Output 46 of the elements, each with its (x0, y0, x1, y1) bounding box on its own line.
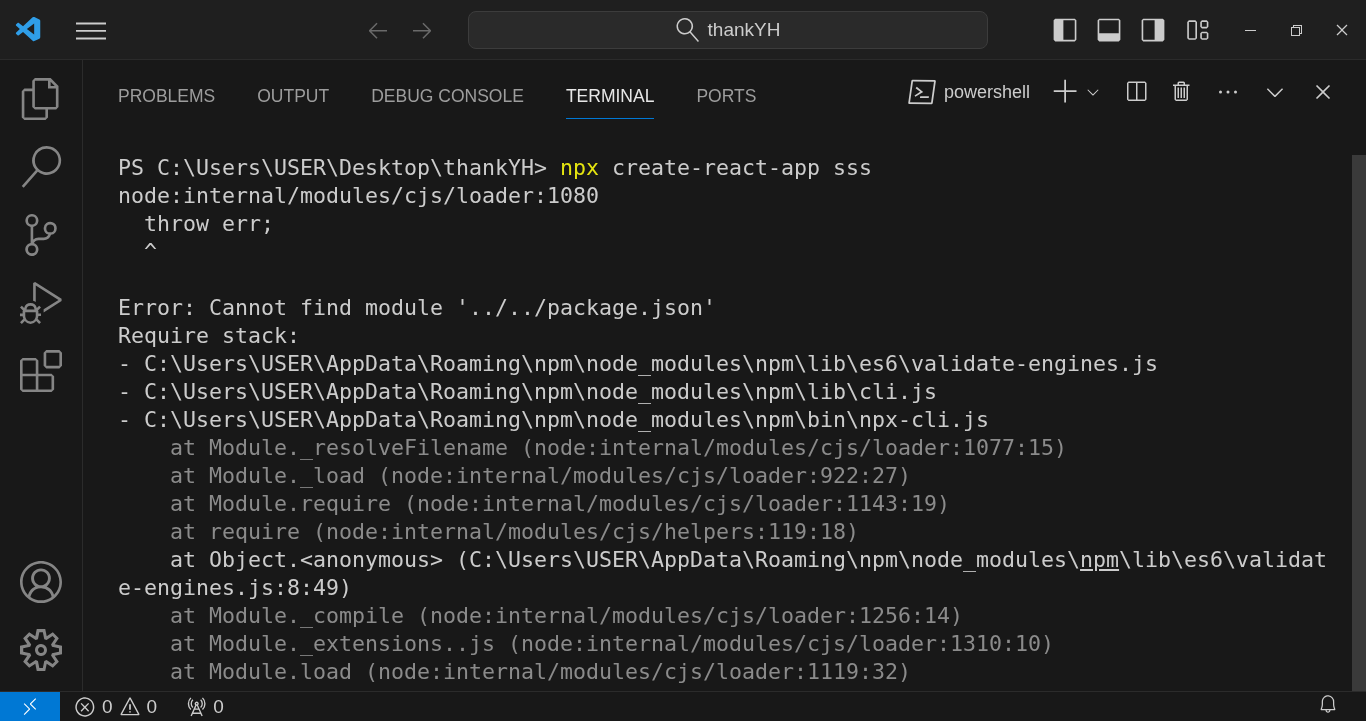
warning-icon (118, 695, 141, 718)
terminal-line: at Module.require (node:internal/modules/cjs/loader:1143:19) (169, 490, 952, 518)
panel-tab[interactable]: DEBUG CONSOLE (371, 65, 524, 119)
scrollbar[interactable] (1352, 155, 1366, 691)
terminal-line: Error: Cannot find module '../../package.json' (118, 294, 718, 322)
error-icon (74, 695, 96, 718)
terminal-line: PS C:\Users\USER\Desktop\thankYH> npx create-react-app sss (118, 154, 874, 182)
panel-tab[interactable]: PORTS (696, 65, 757, 119)
remote-button[interactable] (0, 692, 60, 721)
settings-icon[interactable] (20, 629, 62, 671)
terminal-line: throw err; (143, 210, 275, 238)
terminal-line: - C:\Users\USER\AppData\Roaming\npm\node_modules\npm\bin\npx-cli.js (118, 406, 991, 434)
extensions-icon[interactable] (20, 350, 62, 392)
sidebar-right-icon[interactable] (1140, 16, 1166, 43)
terminal-line: node:internal/modules/cjs/loader:1080 (118, 182, 601, 210)
terminal-selector[interactable]: powershell (907, 78, 1030, 106)
search-icon[interactable] (20, 146, 62, 188)
panel-layout-icon[interactable] (1096, 16, 1122, 43)
run-debug-icon[interactable] (20, 282, 62, 324)
terminal-line: at require (node:internal/modules/cjs/helpers:119:18) (169, 518, 861, 546)
files-icon[interactable] (20, 78, 62, 120)
terminal-link[interactable]: npm (1080, 547, 1120, 572)
terminal-line: e-engines.js:8:49) (118, 574, 353, 602)
ports-status[interactable]: 0 (171, 695, 224, 718)
terminal-icon (907, 78, 936, 106)
terminal-line: - C:\Users\USER\AppData\Roaming\npm\node_modules\npm\lib\es6\validate-engines.js (118, 350, 1160, 378)
terminal-line: at Module._load (node:internal/modules/cjs/loader:922:27) (169, 462, 913, 490)
plus-icon[interactable] (1052, 78, 1080, 106)
account-icon[interactable] (20, 561, 62, 603)
terminal-line: at Module._compile (node:internal/modules/cjs/loader:1256:14) (169, 602, 965, 630)
panel-tab[interactable]: PROBLEMS (118, 65, 216, 119)
terminal-line: at Module.load (node:internal/modules/cjs/loader:1119:32) (169, 658, 913, 686)
panel-tab[interactable]: OUTPUT (257, 65, 330, 119)
terminal-line: Require stack: (118, 322, 301, 350)
problems-status[interactable]: 0 0 (60, 695, 158, 718)
split-icon[interactable] (1124, 80, 1148, 104)
bell-icon[interactable] (1318, 694, 1338, 714)
sidebar-left-icon[interactable] (1052, 16, 1078, 43)
search-icon (675, 17, 700, 42)
terminal-line: ^ (143, 238, 158, 266)
panel-tab[interactable]: TERMINAL (565, 65, 655, 119)
search-field[interactable]: thankYH (468, 10, 988, 49)
antenna-icon (185, 695, 208, 718)
terminal-line: at Module._extensions..js (node:internal/modules/cjs/loader:1310:10) (169, 630, 1056, 658)
terminal-line: - C:\Users\USER\AppData\Roaming\npm\node_modules\npm\lib\cli.js (118, 378, 939, 406)
terminal-line: at Module._resolveFilename (node:internal/modules/cjs/loader:1077:15) (169, 434, 1069, 462)
